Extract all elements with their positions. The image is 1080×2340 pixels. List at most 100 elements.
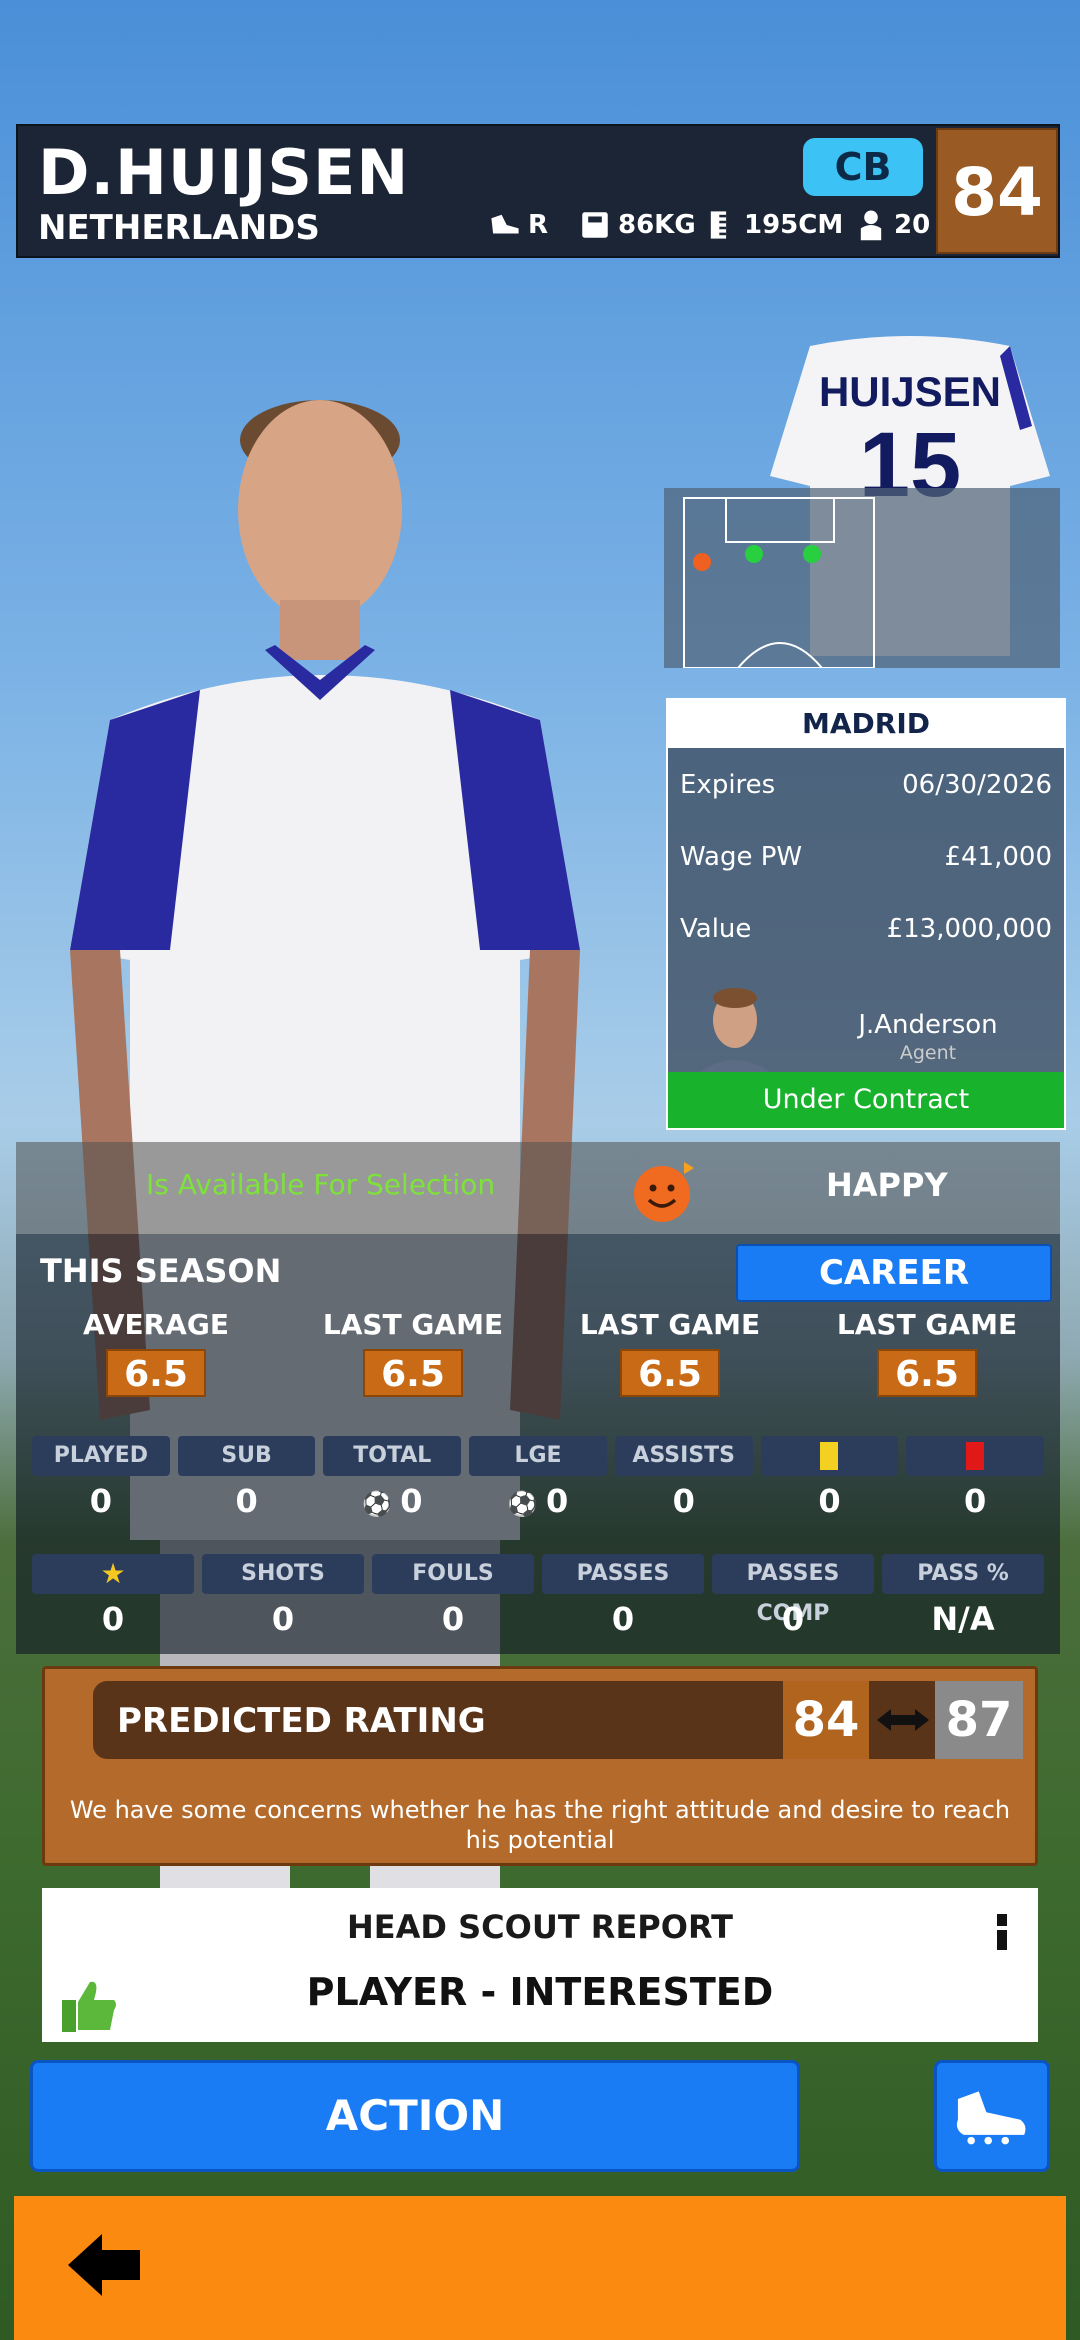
club-name: MADRID	[668, 700, 1064, 748]
stat-passes-completed: PASSES COMP 0	[712, 1554, 874, 1644]
stat-red-cards: 0	[906, 1436, 1045, 1526]
rating-value: 6.5	[106, 1349, 206, 1397]
player-name: D.HUIJSEN	[38, 136, 410, 209]
contract-value: £41,000	[944, 842, 1052, 872]
stat-value-wrap: ⚽ 0	[469, 1476, 607, 1526]
rating-label: AVERAGE	[83, 1308, 229, 1341]
happy-face-icon[interactable]	[632, 1156, 702, 1226]
scout-title: HEAD SCOUT REPORT	[347, 1908, 733, 1946]
overall-rating: 84	[936, 128, 1058, 254]
contract-label: Value	[680, 914, 752, 944]
ruler-icon	[710, 211, 727, 239]
foot-value: R	[528, 210, 549, 240]
stat-league-goals: LGE ⚽ 0	[469, 1436, 607, 1526]
info-icon[interactable]	[994, 1914, 1010, 1950]
contract-row-wage: Wage PW £41,000	[680, 842, 1052, 872]
season-title: THIS SEASON	[40, 1252, 282, 1290]
rating-last-game: LAST GAME 6.5	[802, 1308, 1052, 1397]
stat-pass-percent: PASS % N/A	[882, 1554, 1044, 1644]
stat-label: PASS %	[882, 1554, 1044, 1594]
career-button[interactable]: CAREER	[736, 1244, 1052, 1302]
stat-played: PLAYED 0	[32, 1436, 170, 1526]
stat-passes: PASSES 0	[542, 1554, 704, 1644]
back-arrow-icon[interactable]	[64, 2230, 144, 2300]
stat-label: SUB	[177, 1436, 316, 1476]
rating-label: LAST GAME	[322, 1308, 504, 1341]
stat-value: 0	[611, 1600, 635, 1638]
football-icon: ⚽	[507, 1490, 546, 1518]
player-header: D.HUIJSEN NETHERLANDS R 86KG 195CM 20 CB…	[16, 124, 1060, 258]
action-button[interactable]: ACTION	[30, 2060, 800, 2172]
contract-label: Expires	[680, 770, 776, 800]
stats-row-2: ★ 0 SHOTS 0 FOULS 0 PASSES 0 PASSES COMP…	[32, 1554, 1044, 1644]
stat-value: N/A	[931, 1600, 995, 1638]
rating-value: 6.5	[363, 1349, 463, 1397]
stat-value: 0	[89, 1482, 112, 1520]
contract-panel: MADRID Expires 06/30/2026 Wage PW £41,00…	[666, 698, 1066, 1130]
contract-row-value: Value £13,000,000	[680, 914, 1052, 944]
stat-shots: SHOTS 0	[202, 1554, 364, 1644]
contract-status: Under Contract	[668, 1072, 1064, 1128]
predicted-rating-panel: PREDICTED RATING 84 87 We have some conc…	[42, 1666, 1038, 1866]
stat-label: PASSES	[542, 1554, 704, 1594]
player-nation: NETHERLANDS	[38, 208, 320, 248]
season-stats-panel: THIS SEASON CAREER AVERAGE 6.5 LAST GAME…	[16, 1234, 1060, 1654]
availability-text: Is Available For Selection	[146, 1168, 496, 1201]
shirt-name: HUIJSEN	[819, 368, 1001, 415]
predicted-rating-label: PREDICTED RATING	[117, 1701, 486, 1741]
star-icon: ★	[100, 1557, 126, 1590]
agent-avatar[interactable]	[680, 980, 790, 1080]
boot-button[interactable]	[934, 2060, 1050, 2172]
contract-label: Wage PW	[680, 842, 803, 872]
age-stat: 20	[854, 208, 930, 242]
stat-value: 0	[964, 1482, 987, 1520]
stat-label: FOULS	[372, 1554, 534, 1594]
mood-label: HAPPY	[826, 1166, 948, 1204]
rating-average: AVERAGE 6.5	[31, 1308, 281, 1397]
contract-value: 06/30/2026	[902, 770, 1052, 800]
predicted-rating-low: 84	[783, 1681, 869, 1759]
stat-label: TOTAL	[323, 1436, 462, 1476]
contract-row-expires: Expires 06/30/2026	[680, 770, 1052, 800]
boot-icon	[491, 214, 519, 234]
football-icon: ⚽	[362, 1490, 401, 1518]
position-dot-selected	[693, 553, 711, 571]
stats-row-1: PLAYED 0 SUB 0 TOTAL ⚽ 0 LGE ⚽ 0 ASSISTS…	[32, 1436, 1045, 1526]
weight-value: 86KG	[618, 210, 696, 240]
stat-value: 0	[400, 1482, 423, 1520]
red-card-icon	[966, 1442, 985, 1470]
stat-label	[760, 1436, 899, 1476]
position-dot	[745, 545, 763, 563]
position-dot	[803, 545, 821, 563]
stat-value: 0	[441, 1600, 465, 1638]
person-icon	[860, 210, 882, 241]
scout-verdict: PLAYER - INTERESTED	[306, 1970, 774, 2014]
stat-label: ASSISTS	[614, 1436, 753, 1476]
rating-value: 6.5	[877, 1349, 977, 1397]
foot-stat: R	[488, 208, 548, 242]
stat-sub: SUB 0	[177, 1436, 316, 1526]
agent-name[interactable]: J.Anderson	[798, 1010, 1058, 1040]
stat-value: 0	[781, 1600, 805, 1638]
stat-value: 0	[235, 1482, 258, 1520]
rating-label: LAST GAME	[836, 1308, 1018, 1341]
rating-last-game: LAST GAME 6.5	[545, 1308, 795, 1397]
stat-total-goals: TOTAL ⚽ 0	[323, 1436, 462, 1526]
availability-bar: Is Available For Selection HAPPY	[16, 1142, 1060, 1234]
double-arrow-icon	[877, 1709, 929, 1731]
stat-label: ★	[32, 1554, 194, 1594]
weight-stat: 86KG	[578, 208, 696, 242]
contract-value: £13,000,000	[886, 914, 1052, 944]
stat-yellow-cards: 0	[760, 1436, 899, 1526]
height-value: 195CM	[744, 210, 844, 240]
boot-icon	[956, 2091, 1026, 2145]
head-scout-report[interactable]: HEAD SCOUT REPORT PLAYER - INTERESTED	[42, 1888, 1038, 2042]
stat-label	[906, 1436, 1045, 1476]
stat-fouls: FOULS 0	[372, 1554, 534, 1644]
position-map	[664, 488, 1060, 668]
stat-label: SHOTS	[202, 1554, 364, 1594]
stat-label: LGE	[469, 1436, 607, 1476]
stat-value: 0	[546, 1482, 569, 1520]
rating-last-game: LAST GAME 6.5	[288, 1308, 538, 1397]
agent-label: Agent	[899, 1042, 957, 1064]
